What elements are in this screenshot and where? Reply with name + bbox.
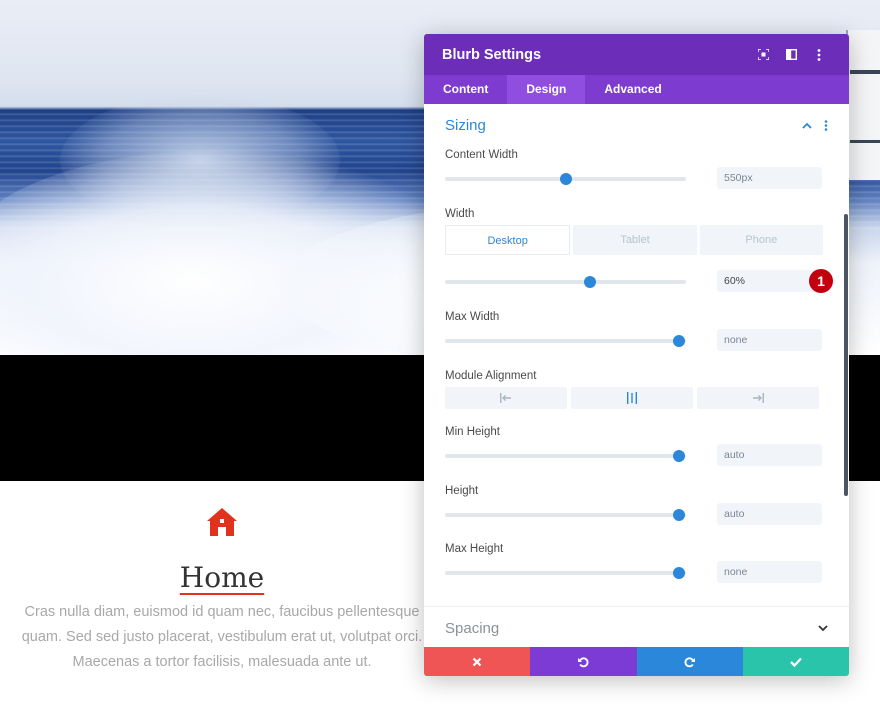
content-width-slider[interactable]	[445, 173, 686, 185]
redo-button[interactable]	[636, 647, 743, 676]
settings-tabs: Content Design Advanced	[424, 75, 849, 104]
align-right-button[interactable]	[697, 387, 819, 409]
blurb-module: Home Cras nulla diam, euismod id quam ne…	[20, 505, 424, 675]
min-height-label: Min Height	[445, 426, 500, 438]
redo-icon	[684, 656, 695, 667]
undo-button[interactable]	[530, 647, 637, 676]
section-divider	[424, 606, 849, 607]
width-slider[interactable]	[445, 276, 686, 288]
max-height-input[interactable]: none	[717, 561, 822, 583]
max-width-label: Max Width	[445, 311, 500, 323]
sizing-section-header[interactable]: Sizing	[424, 104, 849, 146]
modal-footer	[424, 647, 849, 676]
device-tab-phone[interactable]: Phone	[699, 225, 823, 255]
blurb-body-text: Cras nulla diam, euismod id quam nec, fa…	[21, 604, 423, 670]
max-height-label: Max Height	[445, 543, 504, 555]
chevron-down-icon[interactable]	[818, 625, 828, 632]
tab-content[interactable]: Content	[424, 75, 507, 104]
height-input[interactable]: auto	[717, 503, 822, 525]
max-height-slider[interactable]	[445, 567, 686, 579]
blurb-title[interactable]: Home	[20, 561, 424, 594]
device-tab-desktop[interactable]: Desktop	[445, 225, 571, 255]
save-check-icon	[790, 657, 802, 667]
slider-knob[interactable]	[583, 276, 596, 288]
slider-knob[interactable]	[672, 509, 685, 521]
home-icon	[207, 508, 237, 536]
discard-button[interactable]	[424, 647, 531, 676]
module-alignment-options	[445, 387, 819, 409]
ship-image	[846, 30, 880, 180]
focus-icon[interactable]	[751, 43, 775, 67]
align-left-button[interactable]	[445, 387, 567, 409]
sizing-section-title: Sizing	[445, 116, 486, 134]
slider-knob[interactable]	[672, 567, 685, 579]
modal-title: Blurb Settings	[442, 46, 542, 63]
discard-icon	[472, 657, 482, 666]
device-tabs: Desktop Tablet Phone	[445, 225, 823, 255]
content-width-label: Content Width	[445, 149, 518, 161]
more-vertical-icon[interactable]	[807, 43, 831, 67]
tab-design[interactable]: Design	[507, 75, 586, 104]
slider-knob[interactable]	[672, 450, 685, 462]
tab-advanced[interactable]: Advanced	[585, 75, 680, 104]
max-width-slider[interactable]	[445, 335, 686, 347]
align-center-icon	[627, 392, 637, 404]
align-left-icon	[500, 393, 511, 403]
spacing-section-header[interactable]: Spacing	[445, 620, 828, 637]
width-input[interactable]: 60%	[717, 270, 822, 292]
modal-header[interactable]: Blurb Settings	[424, 34, 849, 75]
blurb-settings-modal: Blurb Settings Content Design Advanced S…	[424, 34, 849, 676]
min-height-slider[interactable]	[445, 450, 686, 462]
height-slider[interactable]	[445, 509, 686, 521]
spacing-section-title: Spacing	[445, 620, 500, 637]
min-height-input[interactable]: auto	[717, 444, 822, 466]
height-label: Height	[445, 485, 479, 497]
slider-knob[interactable]	[672, 335, 685, 347]
split-view-icon[interactable]	[779, 43, 803, 67]
settings-panel: Sizing Content Width 550px Width Desktop…	[424, 104, 849, 642]
more-vertical-icon[interactable]	[824, 119, 828, 131]
device-tab-tablet[interactable]: Tablet	[573, 225, 697, 255]
align-right-icon	[753, 393, 764, 403]
step-badge: 1	[809, 269, 833, 293]
align-center-button[interactable]	[571, 387, 693, 409]
module-alignment-label: Module Alignment	[445, 370, 537, 382]
undo-icon	[578, 656, 589, 667]
chevron-up-icon[interactable]	[802, 122, 812, 129]
content-width-input[interactable]: 550px	[717, 167, 822, 189]
save-button[interactable]	[742, 647, 849, 676]
width-label: Width	[445, 208, 475, 220]
slider-knob[interactable]	[559, 173, 572, 185]
max-width-input[interactable]: none	[717, 329, 822, 351]
panel-scrollbar[interactable]	[844, 214, 848, 496]
